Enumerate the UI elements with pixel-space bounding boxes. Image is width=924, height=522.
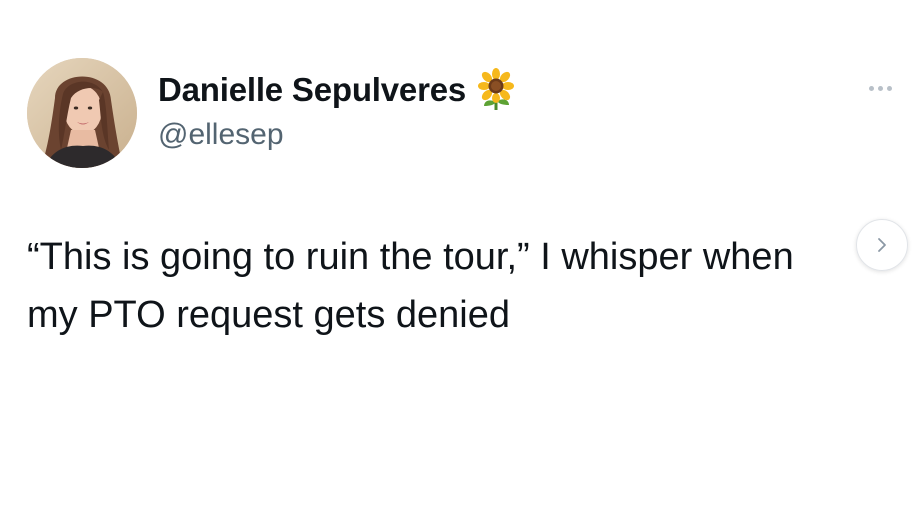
more-dot [877,85,883,91]
display-name[interactable]: Danielle Sepulveres [158,71,466,109]
tweet-card: Danielle Sepulveres @ellesep “This is go… [0,0,924,522]
user-handle[interactable]: @ellesep [158,118,284,152]
sunflower-icon [476,68,516,112]
more-dot [886,85,892,91]
more-horizontal-icon [868,85,874,91]
display-name-row: Danielle Sepulveres [158,68,516,112]
avatar[interactable] [27,58,137,168]
more-options-button[interactable] [860,78,900,98]
next-button[interactable] [856,219,908,271]
avatar-photo [27,58,137,168]
tweet-text: “This is going to ruin the tour,” I whis… [27,228,892,344]
chevron-right-icon [878,238,886,252]
tweet-text-line: my PTO request gets denied [27,294,510,336]
tweet-text-line: “This is going to ruin the tour,” I whis… [27,236,794,278]
